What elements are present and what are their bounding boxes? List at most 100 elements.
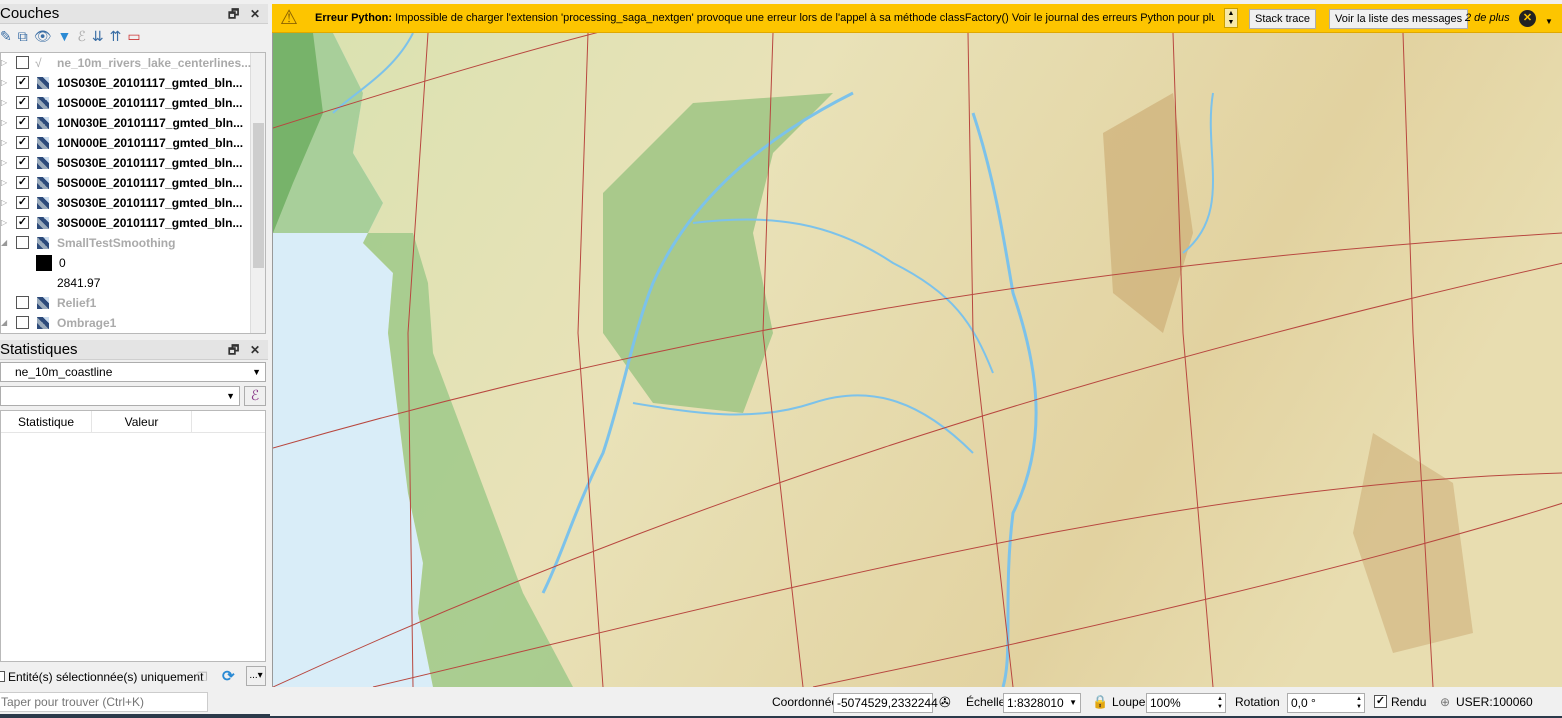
expand-arrow-icon[interactable]: ▷ [1,173,9,193]
rotation-spinbox[interactable]: 0,0 ° ▲ ▼ [1287,693,1365,713]
close-message-icon[interactable]: ✕ [1519,10,1536,27]
layer-visibility-checkbox[interactable] [16,236,29,249]
layer-item[interactable]: ▷ ✓ 30S000E_20101117_gmted_bln... [1,213,265,233]
layer-visibility-checkbox[interactable]: ✓ [16,216,29,229]
expand-arrow-icon[interactable]: ▷ [1,113,9,133]
layer-visibility-checkbox[interactable]: ✓ [16,196,29,209]
chevron-down-icon: ▼ [252,367,261,377]
layer-item[interactable]: ▷ √ ne_10m_rivers_lake_centerlines... [1,53,265,73]
layer-name: 30S030E_20101117_gmted_bln... [57,196,243,210]
lock-scale-icon[interactable]: 🔒 [1092,688,1108,716]
expand-arrow-icon[interactable]: ◢ [1,233,9,253]
layer-visibility-checkbox[interactable]: ✓ [16,96,29,109]
remove-layer-icon[interactable]: ▭ [127,28,146,44]
layer-visibility-checkbox[interactable] [16,56,29,69]
filter-icon[interactable]: ▼ [58,28,78,44]
layers-panel-title: Couches 🗗 ✕ [0,4,268,24]
layer-item[interactable]: Relief1 [1,293,265,313]
expand-arrow-icon[interactable]: ▷ [1,213,9,233]
layer-item[interactable]: ▷ ✓ 50S000E_20101117_gmted_bln... [1,173,265,193]
legend-ramp: 0 2841.97 [1,253,265,293]
selected-only-checkbox[interactable] [0,671,5,682]
layer-visibility-checkbox[interactable] [16,296,29,309]
column-header-statistic[interactable]: Statistique [1,411,92,433]
refresh-icon[interactable]: ⟳ [222,668,235,686]
magnifier-spinbox[interactable]: 100% ▲ ▼ [1146,693,1226,713]
expression-button[interactable]: ℰ [244,386,266,406]
spin-arrows-icon[interactable]: ▲ ▼ [1217,695,1223,711]
layer-visibility-checkbox[interactable]: ✓ [16,76,29,89]
locator-search-input[interactable] [0,692,208,712]
chevron-down-icon: ▼ [1069,698,1077,707]
expand-arrow-icon[interactable]: ▷ [1,53,9,73]
coordinate-label: Coordonnée [772,695,839,709]
close-panel-icon[interactable]: ✕ [250,340,260,360]
warning-icon: ⚠ [280,7,298,29]
layers-title-text: Couches [0,5,60,22]
message-text: Impossible de charger l'extension 'proce… [395,12,1215,24]
layer-item[interactable]: ▷ ✓ 50S030E_20101117_gmted_bln... [1,153,265,173]
layer-name: Relief1 [57,296,97,310]
expand-arrow-icon[interactable]: ▷ [1,193,9,213]
rotation-label: Rotation [1235,695,1280,709]
layer-visibility-checkbox[interactable]: ✓ [16,156,29,169]
raster-layer-icon [37,217,49,229]
message-scroll-spinner[interactable]: ▲ ▼ [1224,8,1238,28]
expand-arrow-icon[interactable]: ▷ [1,93,9,113]
column-header-value[interactable]: Valeur [92,411,192,433]
layer-item[interactable]: ▷ ✓ 10S030E_20101117_gmted_bln... [1,73,265,93]
coordinate-field[interactable]: -5074529,2332244 [833,693,938,713]
layer-visibility-checkbox[interactable]: ✓ [16,136,29,149]
float-panel-icon[interactable]: 🗗 [228,340,239,360]
layer-visibility-checkbox[interactable]: ✓ [16,176,29,189]
layer-name: SmallTestSmoothing [57,236,176,250]
expand-arrow-icon[interactable]: ▷ [1,153,9,173]
raster-layer-icon [37,77,49,89]
magnifier-value: 100% [1150,696,1181,710]
stats-field-combo[interactable]: ▼ [0,386,240,406]
more-options-button[interactable]: ...▾ [246,666,266,686]
extents-toggle-icon[interactable]: ✇ [939,688,951,716]
layer-item[interactable]: ◢ Ombrage1 [1,313,265,333]
expand-arrow-icon[interactable]: ◢ [1,313,9,333]
expression-filter-icon[interactable]: ℰ [77,28,91,44]
scale-value: 1:8328010 [1007,696,1064,710]
layer-name: 10S030E_20101117_gmted_bln... [57,76,243,90]
layer-item[interactable]: ▷ ✓ 30S030E_20101117_gmted_bln... [1,193,265,213]
chevron-down-icon[interactable]: ▼ [1545,8,1553,36]
expand-all-icon[interactable]: ⇊ [92,28,110,44]
style-icon[interactable]: ✎ [0,28,18,44]
raster-layer-icon [37,317,49,329]
legend-max: 2841.97 [57,276,101,290]
layer-visibility-checkbox[interactable]: ✓ [16,116,29,129]
crs-button[interactable]: USER:100060 [1456,688,1533,716]
layer-visibility-checkbox[interactable] [16,316,29,329]
layer-item[interactable]: ▷ ✓ 10N000E_20101117_gmted_bln... [1,133,265,153]
raster-layer-icon [37,197,49,209]
crs-globe-icon[interactable]: ⊕ [1440,688,1450,716]
copy-icon[interactable]: ❐ [197,668,208,686]
close-panel-icon[interactable]: ✕ [250,4,260,24]
visibility-icon[interactable]: 👁 [34,28,58,44]
layer-name: 50S030E_20101117_gmted_bln... [57,156,243,170]
render-checkbox[interactable]: ✓ [1374,695,1387,708]
stack-trace-button[interactable]: Stack trace [1249,9,1317,29]
expand-arrow-icon[interactable]: ▷ [1,133,9,153]
magnifier-label: Loupe [1112,695,1146,709]
collapse-all-icon[interactable]: ⇈ [110,28,128,44]
layer-item[interactable]: ▷ ✓ 10N030E_20101117_gmted_bln... [1,113,265,133]
stats-title-text: Statistiques [0,341,78,358]
map-canvas[interactable] [272,33,1562,687]
add-group-icon[interactable]: ⧉ [18,28,34,44]
layer-tree: ▷ √ ne_10m_rivers_lake_centerlines... ▷ ✓ 10S… [0,52,266,334]
float-panel-icon[interactable]: 🗗 [228,4,239,24]
stats-panel-title: Statistiques 🗗 ✕ [0,340,268,360]
spin-arrows-icon[interactable]: ▲ ▼ [1356,695,1362,711]
layer-item[interactable]: ◢ SmallTestSmoothing [1,233,265,253]
scale-combo[interactable]: 1:8328010 ▼ [1003,693,1081,713]
layer-item[interactable]: ▷ ✓ 10S000E_20101117_gmted_bln... [1,93,265,113]
stats-layer-combo[interactable]: ne_10m_coastline ▼ [0,362,266,382]
stats-table: Statistique Valeur [0,410,266,662]
expand-arrow-icon[interactable]: ▷ [1,73,9,93]
view-messages-button[interactable]: Voir la liste des messages [1329,9,1469,29]
